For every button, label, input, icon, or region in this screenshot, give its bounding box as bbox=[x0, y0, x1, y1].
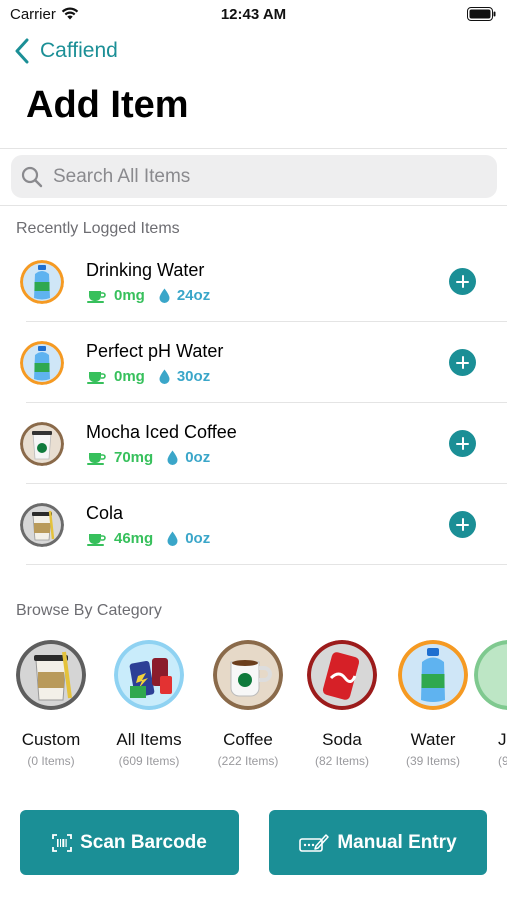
category-count: (9 bbox=[498, 754, 507, 768]
category-count: (82 Items) bbox=[314, 754, 369, 768]
status-time: 12:43 AM bbox=[220, 6, 287, 23]
category-coffee[interactable]: Coffee (222 Items) bbox=[199, 640, 297, 768]
row-divider bbox=[26, 321, 507, 322]
row-divider bbox=[26, 483, 507, 484]
battery-icon bbox=[467, 7, 496, 21]
manual-entry-label: Manual Entry bbox=[337, 831, 457, 853]
row-divider bbox=[26, 402, 507, 403]
volume-value: 0oz bbox=[185, 530, 211, 547]
search-bar[interactable] bbox=[11, 155, 497, 198]
barcode-scan-icon bbox=[52, 833, 73, 852]
back-button[interactable]: Caffiend bbox=[14, 38, 118, 64]
category-name: Custom bbox=[21, 730, 81, 749]
item-name: Drinking Water bbox=[86, 260, 205, 280]
search-icon bbox=[21, 166, 43, 187]
search-input[interactable] bbox=[53, 165, 473, 188]
category-count: (39 Items) bbox=[405, 754, 460, 768]
category-count: (609 Items) bbox=[118, 754, 180, 768]
category-carousel[interactable]: Custom (0 Items) All Items (609 Items) C… bbox=[0, 640, 507, 780]
custom-cup-icon bbox=[20, 503, 64, 547]
water-drop-icon bbox=[159, 369, 170, 384]
caffeine-value: 0mg bbox=[114, 287, 145, 304]
add-item-button[interactable] bbox=[449, 511, 476, 538]
custom-cup-icon bbox=[16, 640, 86, 710]
category-name: Water bbox=[410, 730, 456, 749]
caffeine-cup-icon bbox=[87, 371, 106, 384]
manual-entry-button[interactable]: Manual Entry bbox=[269, 810, 487, 875]
scan-barcode-label: Scan Barcode bbox=[80, 831, 207, 853]
all-items-icon bbox=[114, 640, 184, 710]
manual-entry-icon bbox=[299, 833, 330, 852]
water-drop-icon bbox=[159, 288, 170, 303]
category-count: (222 Items) bbox=[217, 754, 279, 768]
volume-value: 0oz bbox=[185, 449, 211, 466]
volume-value: 30oz bbox=[176, 368, 211, 385]
list-item[interactable]: Mocha Iced Coffee 70mg 0oz bbox=[0, 404, 507, 484]
row-divider bbox=[26, 564, 507, 565]
category-soda[interactable]: Soda (82 Items) bbox=[293, 640, 391, 768]
item-name: Cola bbox=[86, 503, 124, 523]
category-water[interactable]: Water (39 Items) bbox=[384, 640, 482, 768]
caffeine-value: 70mg bbox=[114, 449, 154, 466]
item-name: Mocha Iced Coffee bbox=[86, 422, 237, 442]
item-stats: 0mg 24oz bbox=[86, 287, 210, 304]
water-bottle-icon bbox=[20, 341, 64, 385]
back-label: Caffiend bbox=[40, 39, 118, 62]
status-bar: Carrier 12:43 AM bbox=[0, 0, 507, 30]
category-name: J bbox=[498, 730, 507, 749]
add-item-button[interactable] bbox=[449, 349, 476, 376]
category-name: Soda bbox=[322, 730, 362, 749]
caffeine-cup-icon bbox=[87, 290, 106, 303]
volume-value: 24oz bbox=[176, 287, 211, 304]
water-bottle-icon bbox=[20, 260, 64, 304]
category-name: All Items bbox=[116, 730, 182, 749]
category-count: (0 Items) bbox=[27, 754, 75, 768]
category-juice[interactable]: J (9 bbox=[474, 640, 507, 768]
add-item-button[interactable] bbox=[449, 430, 476, 457]
recent-section-header: Recently Logged Items bbox=[16, 220, 180, 237]
category-all-items[interactable]: All Items (609 Items) bbox=[100, 640, 198, 768]
item-stats: 0mg 30oz bbox=[86, 368, 210, 385]
chevron-left-icon bbox=[15, 38, 29, 64]
caffeine-cup-icon bbox=[87, 533, 106, 546]
caffeine-value: 46mg bbox=[114, 530, 154, 547]
water-bottle-icon bbox=[398, 640, 468, 710]
list-item[interactable]: Cola 46mg 0oz bbox=[0, 485, 507, 565]
item-stats: 46mg 0oz bbox=[86, 530, 210, 547]
coffee-cup-icon bbox=[20, 422, 64, 466]
search-divider bbox=[0, 205, 507, 206]
category-section-header: Browse By Category bbox=[16, 602, 162, 619]
category-custom[interactable]: Custom (0 Items) bbox=[2, 640, 100, 768]
item-stats: 70mg 0oz bbox=[86, 449, 210, 466]
page-title: Add Item bbox=[26, 84, 189, 126]
list-item[interactable]: Drinking Water 0mg 24oz bbox=[0, 242, 507, 322]
coffee-mug-icon bbox=[213, 640, 283, 710]
add-item-button[interactable] bbox=[449, 268, 476, 295]
header-divider bbox=[0, 148, 507, 149]
caffeine-cup-icon bbox=[87, 452, 106, 465]
water-drop-icon bbox=[167, 531, 178, 546]
category-name: Coffee bbox=[223, 730, 273, 749]
water-drop-icon bbox=[167, 450, 178, 465]
list-item[interactable]: Perfect pH Water 0mg 30oz bbox=[0, 323, 507, 403]
soda-can-icon bbox=[307, 640, 377, 710]
caffeine-value: 0mg bbox=[114, 368, 145, 385]
item-name: Perfect pH Water bbox=[86, 341, 224, 361]
juice-icon bbox=[474, 640, 507, 710]
scan-barcode-button[interactable]: Scan Barcode bbox=[20, 810, 239, 875]
